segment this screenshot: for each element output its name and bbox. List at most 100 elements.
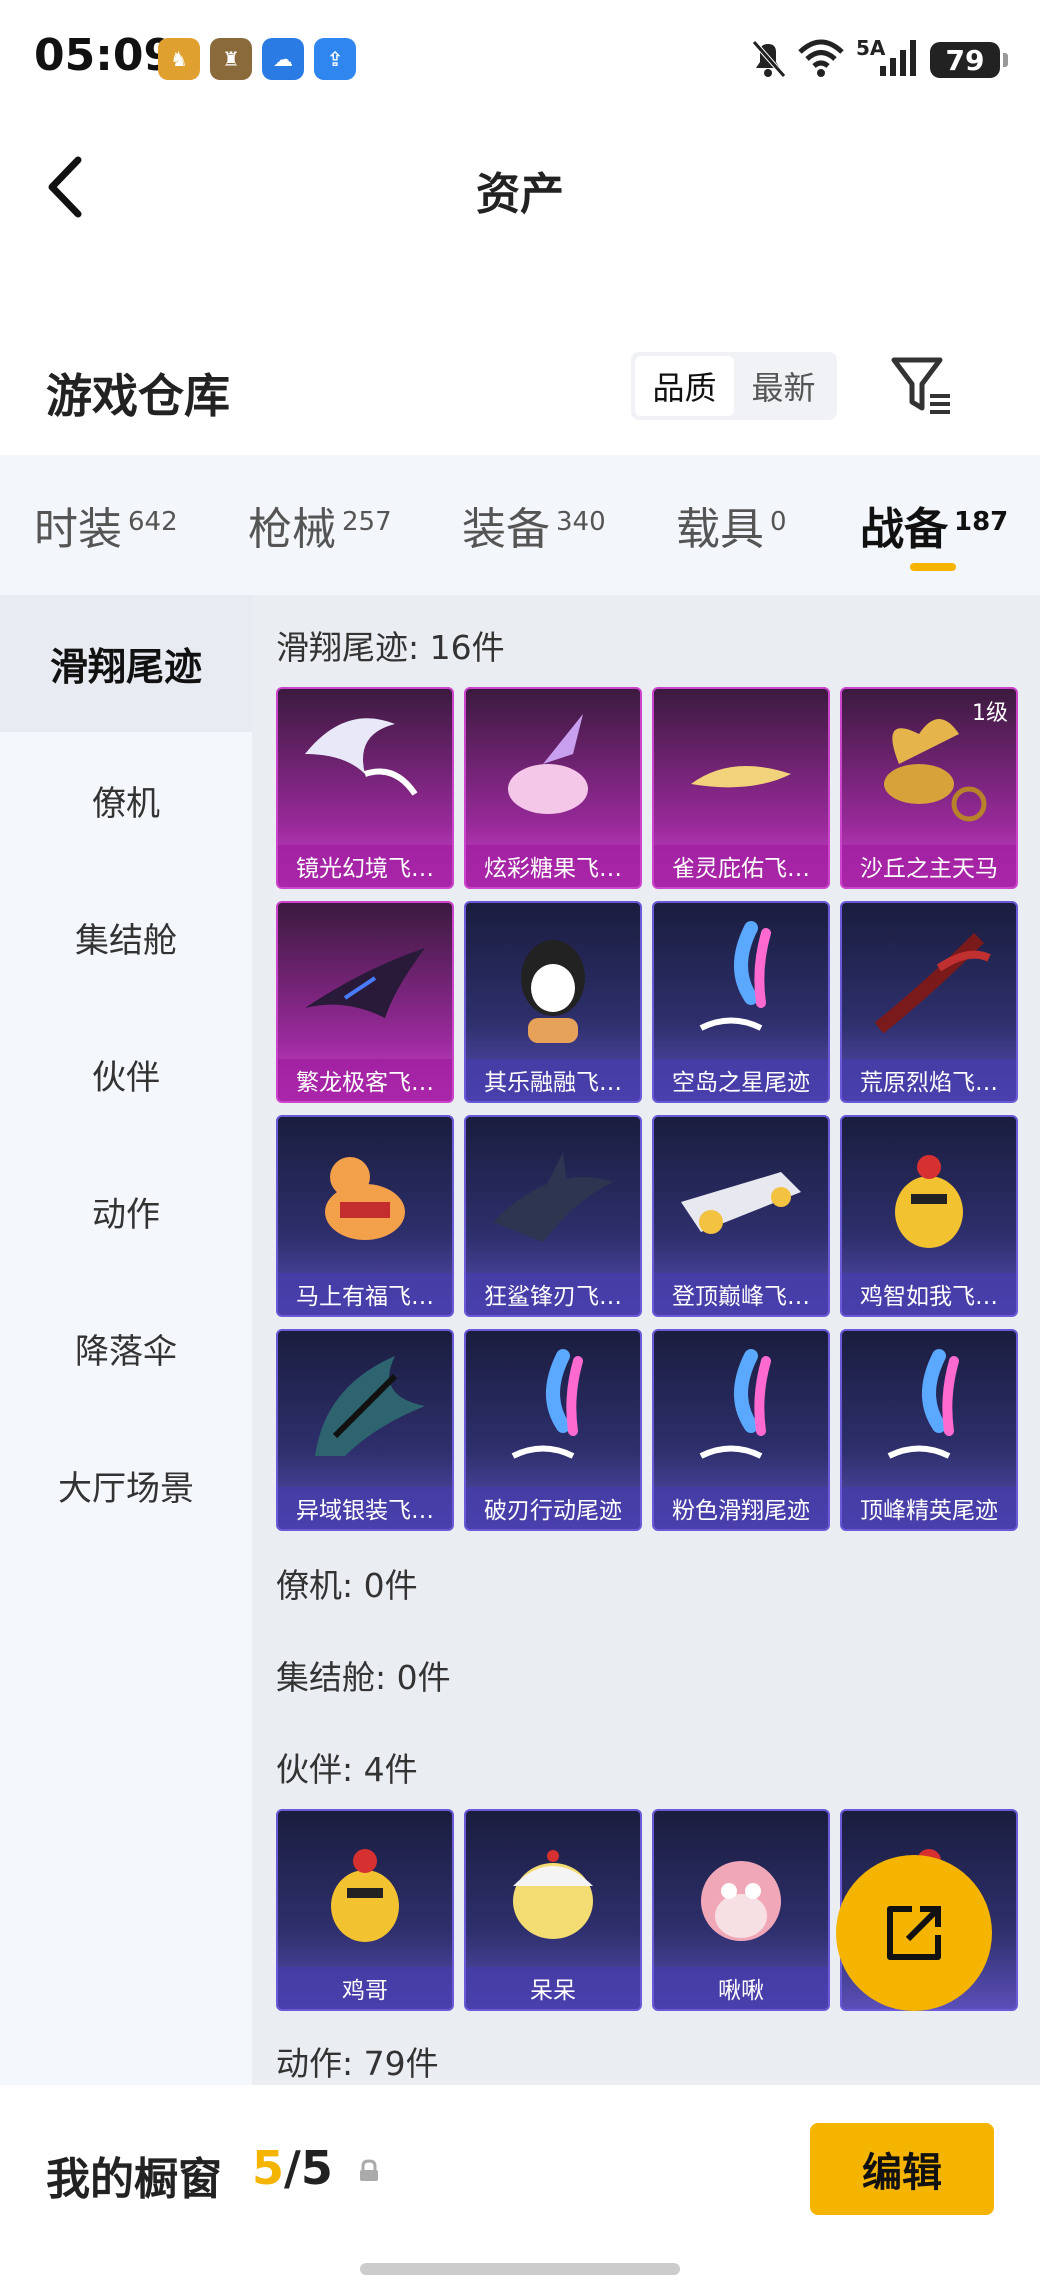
home-indicator [360, 2263, 680, 2275]
glide-item-card[interactable]: 登顶巅峰飞… [652, 1115, 830, 1317]
sidebar-item-partner[interactable]: 伙伴 [0, 1006, 252, 1143]
glide-item-card[interactable]: 镜光幻境飞… [276, 687, 454, 889]
tab-count: 257 [342, 507, 392, 537]
tab-label: 时装 [34, 504, 122, 555]
sort-toggle[interactable]: 品质 最新 [631, 352, 837, 420]
feather-icon [654, 689, 828, 849]
bottom-bar: 我的橱窗 5/5 编辑 [0, 2085, 1040, 2295]
item-name: 破刃行动尾迹 [466, 1487, 640, 1529]
glide-item-card[interactable]: 其乐融融飞… [464, 901, 642, 1103]
item-name: 狂鲨锋刃飞… [466, 1273, 640, 1315]
section-title-glide: 滑翔尾迹: 16件 [276, 628, 505, 667]
active-tab-indicator [910, 563, 956, 571]
tab-label: 枪械 [248, 504, 336, 555]
sidebar-item-wingman[interactable]: 僚机 [0, 732, 252, 869]
lock-icon [360, 2159, 378, 2181]
tab-label: 装备 [462, 504, 550, 555]
sort-latest[interactable]: 最新 [734, 356, 833, 416]
item-name: 登顶巅峰飞… [654, 1273, 828, 1315]
glide-item-card[interactable]: 马上有福飞… [276, 1115, 454, 1317]
glide-item-card[interactable]: 鸡智如我飞… [840, 1115, 1018, 1317]
flame-wing-icon [842, 903, 1016, 1063]
mute-bell-icon [752, 40, 786, 78]
smoke-trail-icon [654, 903, 828, 1063]
glide-item-card[interactable]: 顶峰精英尾迹 [840, 1329, 1018, 1531]
glide-item-card[interactable]: 狂鲨锋刃飞… [464, 1115, 642, 1317]
sidebar-item-parachute[interactable]: 降落伞 [0, 1280, 252, 1417]
smoke-trail-icon [842, 1331, 1016, 1491]
item-name: 鸡智如我飞… [842, 1273, 1016, 1315]
edit-button[interactable]: 编辑 [810, 2123, 994, 2215]
glide-item-card[interactable]: 荒原烈焰飞… [840, 901, 1018, 1103]
share-button[interactable] [836, 1855, 992, 2011]
game-app-icon-2: ♜ [210, 38, 252, 80]
tab-vehicles[interactable]: 载具 0 [676, 493, 787, 557]
glide-item-card[interactable]: 破刃行动尾迹 [464, 1329, 642, 1531]
glide-item-card[interactable]: 繁龙极客飞… [276, 901, 454, 1103]
glide-item-card[interactable]: 炫彩糖果飞… [464, 687, 642, 889]
sidebar-item-pod[interactable]: 集结舱 [0, 869, 252, 1006]
item-name: 空岛之星尾迹 [654, 1059, 828, 1101]
smoke-trail-icon [466, 1331, 640, 1491]
tab-guns[interactable]: 枪械 257 [248, 493, 392, 557]
chicken-icon [278, 1811, 452, 1971]
tab-fashion[interactable]: 时装 642 [34, 493, 178, 557]
sort-quality[interactable]: 品质 [635, 356, 734, 416]
sidebar-item-emote[interactable]: 动作 [0, 1143, 252, 1280]
glide-item-card[interactable]: 雀灵庇佑飞… [652, 687, 830, 889]
item-name: 繁龙极客飞… [278, 1059, 452, 1101]
section-title-wingman: 僚机: 0件 [276, 1566, 418, 1605]
tab-count: 0 [770, 507, 787, 537]
bird-icon [654, 1811, 828, 1971]
section-title-emote: 动作: 79件 [276, 2044, 439, 2083]
level-badge: 1级 [972, 701, 1008, 726]
nav-bar: 资产 [0, 130, 1040, 240]
dragon-wing-icon [278, 903, 452, 1063]
tab-count: 187 [954, 507, 1009, 537]
item-name: 粉色滑翔尾迹 [654, 1487, 828, 1529]
item-name: 马上有福飞… [278, 1273, 452, 1315]
clock: 05:09 [34, 30, 175, 81]
sidebar-item-glide-trail[interactable]: 滑翔尾迹 [0, 595, 252, 732]
partner-item-card[interactable]: 呆呆 [464, 1809, 642, 2011]
section-title-pod: 集结舱: 0件 [276, 1658, 451, 1697]
glide-item-card[interactable]: 异域银装飞… [276, 1329, 454, 1531]
status-bar: 05:09 ♞ ♜ ☁ ⇪ 5A 79 [0, 0, 1040, 120]
partner-item-card[interactable]: 鸡哥 [276, 1809, 454, 2011]
tab-count: 642 [128, 507, 178, 537]
glide-item-card[interactable]: 粉色滑翔尾迹 [652, 1329, 830, 1531]
item-name: 沙丘之主天马 [842, 845, 1016, 887]
horse-toy-icon [278, 1117, 452, 1277]
shark-icon [466, 1117, 640, 1277]
item-name: 镜光幻境飞… [278, 845, 452, 887]
tab-count: 340 [556, 507, 606, 537]
glide-item-card[interactable]: 空岛之星尾迹 [652, 901, 830, 1103]
signal-icon [880, 40, 916, 76]
item-name: 异域银装飞… [278, 1487, 452, 1529]
sidebar: 滑翔尾迹 僚机 集结舱 伙伴 动作 降落伞 大厅场景 [0, 595, 252, 2085]
tab-label: 战备 [860, 504, 948, 555]
tab-equipment[interactable]: 装备 340 [462, 493, 606, 557]
armor-wing-icon [278, 1331, 452, 1491]
item-name: 炫彩糖果飞… [466, 845, 640, 887]
filter-icon[interactable] [888, 352, 954, 418]
weather-icon: ☁ [262, 38, 304, 80]
chicken-icon [842, 1117, 1016, 1277]
tab-label: 载具 [676, 504, 764, 555]
page-title: 资产 [476, 169, 564, 220]
partner-item-card[interactable]: 啾啾 [652, 1809, 830, 2011]
tab-battle-prep[interactable]: 战备 187 [860, 493, 1008, 557]
item-name: 鸡哥 [278, 1967, 452, 2009]
glide-item-card[interactable]: 1级沙丘之主天马 [840, 687, 1018, 889]
item-name: 雀灵庇佑飞… [654, 845, 828, 887]
section-title-partner: 伙伴: 4件 [276, 1750, 418, 1789]
showcase-count: 5/5 [252, 2141, 333, 2195]
section-title: 游戏仓库 [46, 369, 230, 423]
upload-icon: ⇪ [314, 38, 356, 80]
showcase-total: /5 [284, 2141, 333, 2195]
sidebar-item-lobby-scene[interactable]: 大厅场景 [0, 1417, 252, 1554]
external-link-icon [887, 1906, 941, 1960]
showcase-label: 我的橱窗 [46, 2154, 222, 2205]
candy-icon [466, 689, 640, 849]
penguin-icon [466, 903, 640, 1063]
